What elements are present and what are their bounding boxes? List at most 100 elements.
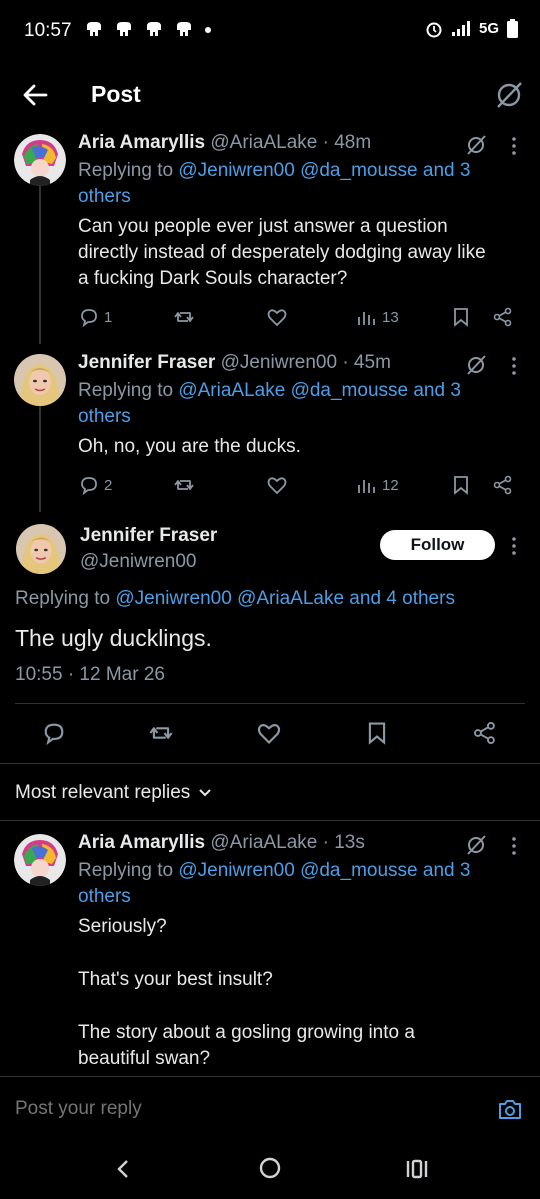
sort-label: Most relevant replies — [15, 782, 191, 803]
replying-prefix: Replying to — [78, 380, 179, 401]
nav-home-icon[interactable] — [258, 1156, 282, 1180]
share-icon — [493, 307, 512, 327]
status-bar: 10:57 5G — [0, 0, 540, 62]
replying-links-more[interactable]: others — [78, 886, 131, 907]
follow-button[interactable]: Follow — [380, 530, 495, 560]
status-right: 5G — [425, 19, 518, 38]
avatar[interactable] — [14, 834, 66, 886]
system-navigation-bar — [0, 1138, 540, 1199]
jennifer-avatar-image — [14, 354, 66, 406]
like-button[interactable] — [266, 306, 288, 328]
replying-prefix: Replying to — [78, 160, 179, 181]
views-button[interactable]: 13 — [356, 306, 399, 328]
views-button[interactable]: 12 — [356, 474, 399, 496]
bookmark-icon — [454, 476, 468, 495]
action-row: 1 13 — [78, 306, 518, 332]
grok-icon[interactable] — [465, 134, 487, 156]
more-options-icon[interactable] — [510, 356, 518, 376]
bookmark-button[interactable] — [450, 306, 472, 328]
author-handle[interactable]: @Jeniwren00 — [221, 352, 337, 373]
replying-to: Replying to @Jeniwren00 @da_mousse and 3… — [78, 858, 518, 910]
replying-prefix: Replying to — [15, 588, 116, 609]
post-text: Can you people ever just answer a questi… — [78, 214, 526, 292]
post-timestamp: 10:55 · 12 Mar 26 — [15, 664, 165, 685]
back-arrow-icon[interactable] — [20, 80, 50, 110]
author-name[interactable]: Jennifer Fraser — [80, 525, 217, 547]
dot-icon — [205, 27, 211, 33]
author-name[interactable]: Aria Amaryllis — [78, 132, 205, 153]
reply-tweet[interactable]: Aria Amaryllis @AriaALake · 48m Replying… — [0, 128, 540, 338]
action-row: 2 12 — [78, 474, 518, 500]
author-name[interactable]: Jennifer Fraser — [78, 352, 215, 373]
page-title: Post — [91, 81, 141, 107]
replying-links-more[interactable]: others — [78, 406, 131, 427]
reply-input[interactable] — [15, 1095, 475, 1123]
replying-prefix: Replying to — [78, 860, 179, 881]
app-notification-icon — [87, 22, 101, 36]
reply-tweet[interactable]: Aria Amaryllis @AriaALake · 13s Replying… — [0, 828, 540, 1074]
notification-icons — [84, 20, 212, 38]
reply-composer — [0, 1076, 540, 1138]
divider — [0, 820, 540, 821]
reply-tweet[interactable]: Jennifer Fraser @Jeniwren00 · 45m Replyi… — [0, 348, 540, 508]
aria-avatar-image — [14, 834, 66, 886]
avatar[interactable] — [16, 524, 66, 574]
repost-button[interactable] — [173, 474, 195, 496]
heart-icon — [267, 309, 287, 327]
reply-button[interactable]: 2 — [78, 474, 112, 496]
author-handle[interactable]: @Jeniwren00 — [80, 551, 196, 573]
share-button[interactable] — [492, 474, 514, 496]
repost-icon[interactable] — [148, 720, 174, 746]
replying-links[interactable]: @Jeniwren00 @AriaALake and 4 others — [115, 588, 455, 609]
reply-icon[interactable] — [41, 720, 67, 746]
aria-avatar-image — [14, 134, 66, 186]
more-options-icon[interactable] — [510, 836, 518, 856]
network-type: 5G — [478, 20, 499, 37]
avatar[interactable] — [14, 354, 66, 406]
heart-icon[interactable] — [256, 720, 282, 746]
author-handle[interactable]: @AriaALake — [210, 832, 317, 853]
post-text-line: a fucking Dark Souls character? — [78, 268, 348, 289]
jennifer-avatar-image — [16, 524, 66, 574]
main-action-row — [0, 718, 540, 748]
grok-icon[interactable] — [465, 354, 487, 376]
share-icon[interactable] — [472, 720, 498, 746]
post-text: Oh, no, you are the ducks. — [78, 434, 526, 460]
reply-button[interactable]: 1 — [78, 306, 112, 328]
alarm-icon — [426, 22, 442, 37]
bookmark-button[interactable] — [450, 474, 472, 496]
repost-button[interactable] — [173, 306, 195, 328]
nav-back-icon[interactable] — [113, 1158, 133, 1180]
share-button[interactable] — [492, 306, 514, 328]
replying-to: Replying to @AriaALake @da_mousse and 3 … — [78, 378, 518, 430]
more-options-icon[interactable] — [510, 136, 518, 156]
repost-icon — [174, 312, 194, 322]
bookmark-icon — [454, 308, 468, 327]
meta-line: Aria Amaryllis @AriaALake · 48m — [78, 132, 371, 154]
author-handle[interactable]: @AriaALake — [210, 132, 317, 153]
replying-links[interactable]: @AriaALake @da_mousse and 3 — [178, 380, 461, 401]
heart-icon — [267, 477, 287, 495]
replying-links[interactable]: @Jeniwren00 @da_mousse and 3 — [178, 860, 470, 881]
app-notification-icon — [117, 22, 131, 36]
like-button[interactable] — [266, 474, 288, 496]
camera-icon[interactable] — [497, 1097, 523, 1121]
more-options-icon[interactable] — [510, 536, 518, 556]
avatar[interactable] — [14, 134, 66, 186]
grok-icon[interactable] — [465, 834, 487, 856]
signal-icon — [451, 20, 470, 36]
post-time: · 45m — [342, 352, 391, 373]
sort-replies-dropdown[interactable]: Most relevant replies — [15, 782, 212, 804]
author-name[interactable]: Aria Amaryllis — [78, 832, 205, 853]
battery-icon — [507, 19, 518, 38]
nav-recents-icon[interactable] — [405, 1157, 429, 1181]
replying-links-more[interactable]: others — [78, 186, 131, 207]
app-notification-icon — [177, 22, 191, 36]
post-text-line: The story about a gosling growing into a — [78, 1022, 415, 1043]
view-count: 12 — [382, 476, 399, 494]
grok-icon[interactable] — [494, 80, 524, 110]
main-post-text: The ugly ducklings. — [15, 625, 212, 651]
bookmark-icon[interactable] — [364, 720, 390, 746]
replying-links[interactable]: @Jeniwren00 @da_mousse and 3 — [178, 160, 470, 181]
post-time: · 48m — [322, 132, 372, 153]
